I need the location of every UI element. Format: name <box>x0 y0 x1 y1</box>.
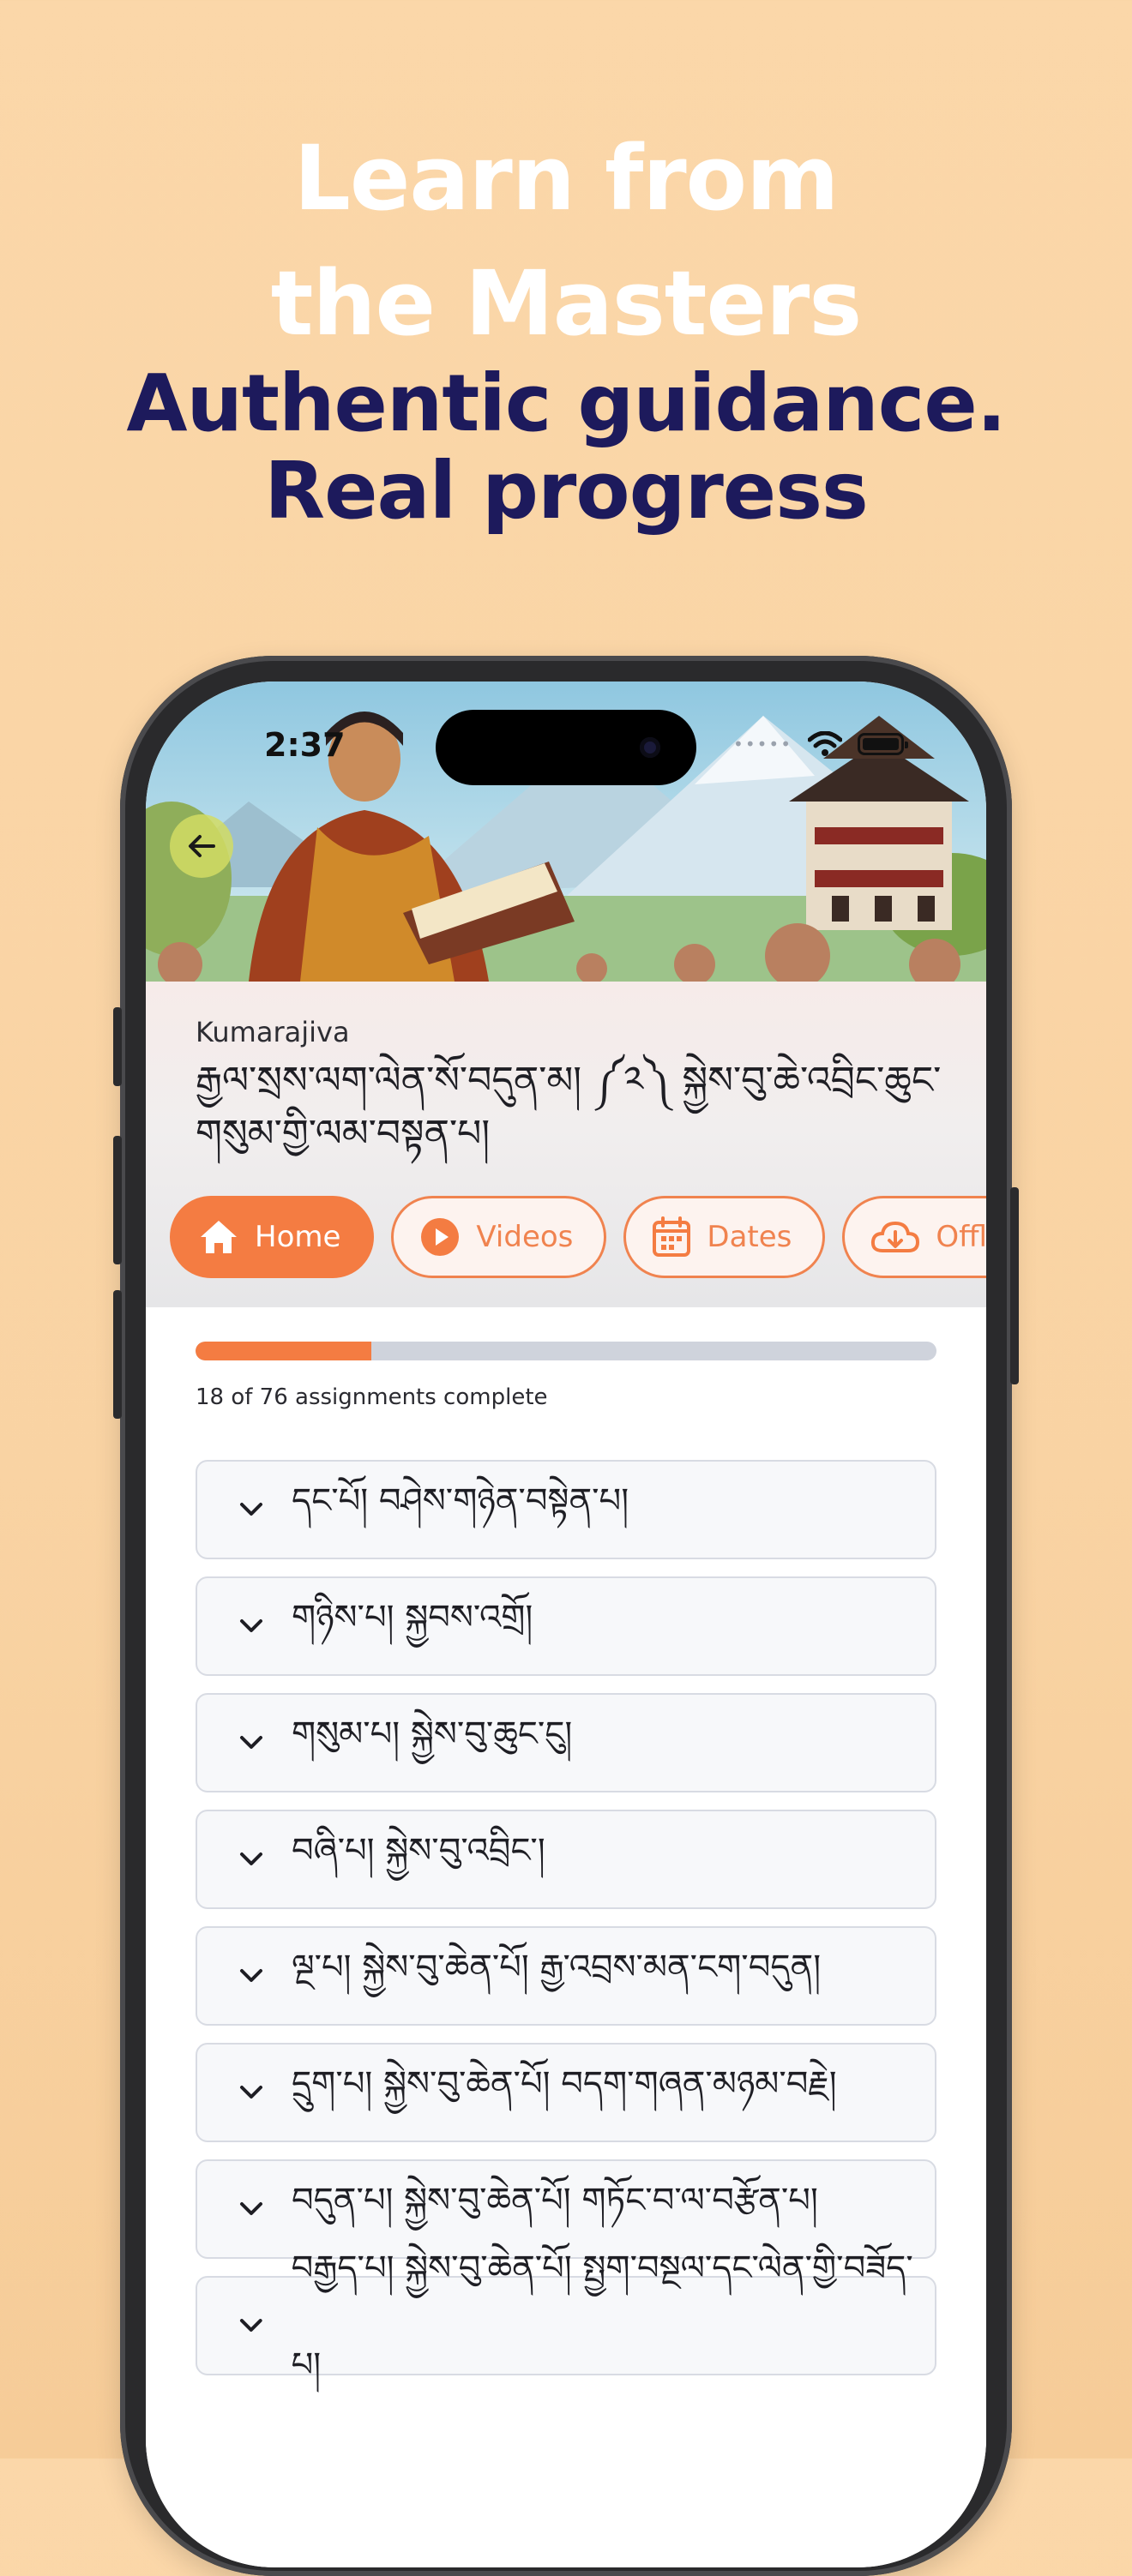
dynamic-island <box>436 710 696 785</box>
progress-bar <box>196 1342 936 1360</box>
marketing-headline: Learn from the Masters <box>270 126 863 356</box>
status-icons: ••••• <box>733 731 908 757</box>
tab-videos[interactable]: Videos <box>391 1196 607 1278</box>
section-item-label: གཉིས་པ། སྐྱབས་འགྲོ། <box>292 1597 533 1637</box>
chevron-down-icon <box>239 2319 262 2332</box>
section-item-label: བཞི་པ། སྐྱེས་བུ་འབྲིང་། <box>292 1830 545 1870</box>
tab-bar: Home Videos Dates Offl <box>170 1196 986 1278</box>
chevron-down-icon <box>240 1619 262 1632</box>
progress-text: 18 of 76 assignments complete <box>196 1384 548 1410</box>
arrow-left-icon <box>189 835 215 857</box>
course-title: རྒྱལ་སྲས་ལག་ལེན་སོ་བདུན་མ། ༼༢༽ སྐྱེས་བུ་… <box>196 1059 942 1156</box>
tab-offline-label: Offline <box>936 1220 986 1254</box>
marketing-subheadline: Authentic guidance. Real progress <box>126 357 1006 537</box>
battery-icon <box>858 733 908 755</box>
cloud-download-icon <box>871 1221 920 1252</box>
section-item-label: དྲུག་པ། སྐྱེས་བུ་ཆེན་པོ། བདག་གཞན་མཉམ་བརྗ… <box>292 2063 837 2104</box>
signal-icon: ••••• <box>733 734 792 754</box>
tab-videos-label: Videos <box>476 1220 574 1254</box>
chevron-down-icon <box>240 1852 262 1865</box>
app-screen: 2:37 ••••• Kumarajiva རྒྱལ་སྲས་ལག་ལེན་སོ… <box>146 682 986 2567</box>
section-item-label: གསུམ་པ། སྐྱེས་བུ་ཆུང་ངུ། <box>292 1714 573 1754</box>
section-item[interactable]: དང་པོ། བཤེས་གཉེན་བསྟེན་པ། <box>196 1460 936 1559</box>
calendar-icon <box>653 1216 691 1257</box>
section-item[interactable]: ལྔ་པ། སྐྱེས་བུ་ཆེན་པོ། རྒྱ་འབྲས་མན་ངག་བད… <box>196 1926 936 2026</box>
chevron-down-icon <box>240 2202 262 2215</box>
tab-offline[interactable]: Offline <box>842 1196 986 1278</box>
back-button[interactable] <box>170 814 233 878</box>
status-time: 2:37 <box>264 726 346 764</box>
play-icon <box>421 1218 460 1256</box>
chevron-down-icon <box>240 2086 262 2099</box>
section-list: དང་པོ། བཤེས་གཉེན་བསྟེན་པ། གཉིས་པ། སྐྱབས་འ… <box>196 1460 936 2393</box>
section-item-label: བརྒྱད་པ། སྐྱེས་བུ་ཆེན་པོ། སྤྱག་བསྔལ་དང་ལ… <box>291 2249 913 2385</box>
section-item-label: ལྔ་པ། སྐྱེས་བུ་ཆེན་པོ། རྒྱ་འབྲས་མན་ངག་བད… <box>292 1947 822 1987</box>
tab-dates[interactable]: Dates <box>623 1196 826 1278</box>
section-item[interactable]: བཞི་པ། སྐྱེས་བུ་འབྲིང་། <box>196 1810 936 1909</box>
course-author: Kumarajiva <box>196 1016 350 1048</box>
chevron-down-icon <box>240 1736 262 1749</box>
section-item[interactable]: དྲུག་པ། སྐྱེས་བུ་ཆེན་པོ། བདག་གཞན་མཉམ་བརྗ… <box>196 2043 936 2142</box>
wifi-icon <box>808 731 842 756</box>
chevron-down-icon <box>240 1503 262 1516</box>
tab-home[interactable]: Home <box>170 1196 375 1278</box>
chevron-down-icon <box>240 1969 262 1982</box>
section-item[interactable]: གསུམ་པ། སྐྱེས་བུ་ཆུང་ངུ། <box>196 1693 936 1792</box>
home-icon <box>201 1221 237 1253</box>
progress-bar-fill <box>196 1342 371 1360</box>
tab-dates-label: Dates <box>707 1220 792 1254</box>
section-item-label: དང་པོ། བཤེས་གཉེན་བསྟེན་པ། <box>292 1480 629 1521</box>
tab-home-label: Home <box>255 1220 341 1254</box>
section-item[interactable]: བརྒྱད་པ། སྐྱེས་བུ་ཆེན་པོ། སྤྱག་བསྔལ་དང་ལ… <box>196 2249 936 2385</box>
course-content: 18 of 76 assignments complete དང་པོ། བཤེ… <box>146 1307 986 2567</box>
section-item[interactable]: གཉིས་པ། སྐྱབས་འགྲོ། <box>196 1576 936 1676</box>
